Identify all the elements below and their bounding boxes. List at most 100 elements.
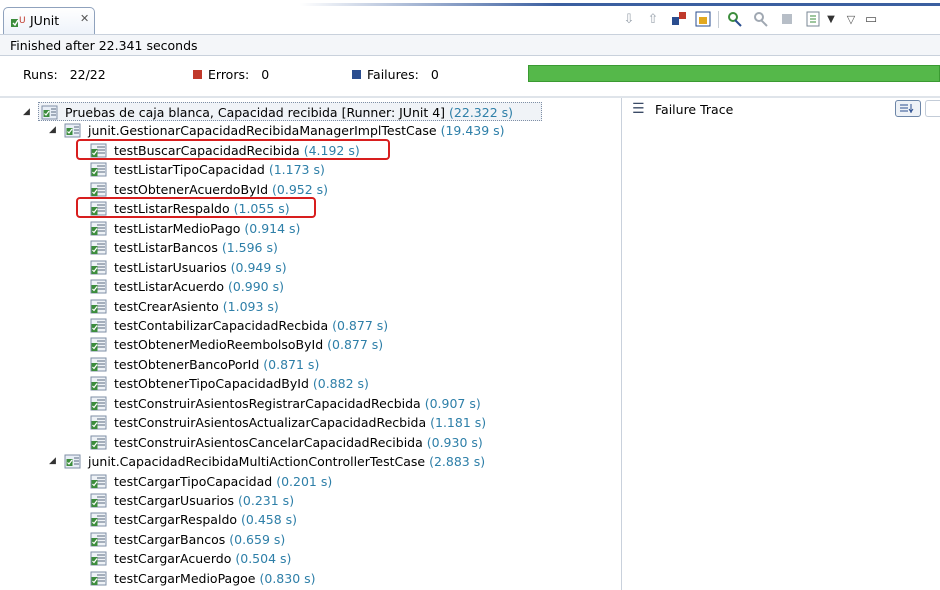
test-name: testCargarAcuerdo [114,551,232,567]
test-duration: (0.877 s) [327,337,384,353]
test-name: testConstruirAsientosRegistrarCapacidadR… [114,395,421,411]
test-label: testCargarBancos (0.659 s) [114,530,285,549]
test-label: testConstruirAsientosCancelarCapacidadRe… [114,433,483,452]
test-label: testCargarUsuarios (0.231 s) [114,491,294,510]
test-passed-icon [90,337,107,352]
test-duration: (0.914 s) [244,220,301,236]
svg-text:U: U [19,16,26,26]
test-duration: (0.504 s) [235,551,292,567]
filter-stack-icon[interactable] [925,100,940,117]
test-passed-icon [90,221,107,236]
next-failure-icon[interactable]: ⇩ [620,10,638,28]
test-passed-icon [90,474,107,489]
toolbar-separator [718,11,719,28]
errors-counter: Errors: 0 [193,67,269,82]
test-duration: (22.322 s) [449,105,514,120]
expand-arrow-icon[interactable]: ◢ [23,103,30,122]
previous-failure-icon[interactable]: ⇧ [644,10,662,28]
test-passed-icon [90,299,107,313]
test-label: testConstruirAsientosActualizarCapacidad… [114,413,486,432]
test-duration: (0.930 s) [426,434,483,450]
expand-arrow-icon[interactable]: ◢ [49,452,56,471]
expand-arrow-icon[interactable]: ◢ [49,121,56,140]
test-name: testCargarRespaldo [114,512,238,528]
test-passed-icon [90,357,107,372]
failure-trace-title: Failure Trace [655,102,734,117]
list-icon: ☰ [632,101,645,117]
test-label: testListarMedioPago (0.914 s) [114,219,300,238]
history-icon[interactable] [804,10,822,28]
runs-label: Runs: [23,67,58,82]
test-duration: (0.907 s) [424,395,481,411]
failure-trace-panel: ☰ Failure Trace [622,98,940,590]
test-name: testCargarMedioPagoe [114,570,256,586]
suite-label: junit.CapacidadRecibidaMultiActionContro… [88,452,485,471]
test-passed-icon [90,415,107,430]
test-tree[interactable]: ◢ Pruebas de caja blanca, Capacidad recib… [0,98,622,590]
test-suite-icon [41,105,58,120]
test-duration: (0.458 s) [241,512,298,528]
tab-title: JUnit [30,13,60,28]
test-name: testCargarBancos [114,531,226,547]
test-passed-icon [90,318,107,333]
test-passed-icon [90,435,107,450]
stop-icon[interactable] [778,10,796,28]
test-label: testObtenerAcuerdoById (0.952 s) [114,180,328,199]
runs-counter: Runs: 22/22 [23,67,106,82]
test-duration: (0.990 s) [227,279,284,295]
view-menu-icon[interactable]: ▽ [842,10,860,28]
test-name: junit.CapacidadRecibidaMultiActionContro… [88,454,426,470]
test-label: testObtenerBancoPorId (0.871 s) [114,355,319,374]
error-icon [193,70,202,79]
test-name: testCargarUsuarios [114,493,235,508]
test-duration: (0.201 s) [276,473,333,489]
test-passed-icon [90,551,107,566]
test-duration: (1.173 s) [268,162,325,178]
suite-label: Pruebas de caja blanca, Capacidad recibi… [65,103,513,122]
test-passed-icon [90,512,107,527]
test-passed-icon [90,396,107,411]
test-name: testListarAcuerdo [114,279,224,295]
compare-result-icon[interactable] [895,100,921,117]
test-label: testListarAcuerdo (0.990 s) [114,277,284,296]
junit-icon: U [11,16,26,27]
title-accent-line [300,3,940,6]
test-duration: (0.882 s) [312,376,369,392]
test-name: testObtenerAcuerdoById [114,181,269,197]
test-run-root[interactable]: ◢ Pruebas de caja blanca, Capacidad recib… [23,102,542,122]
test-passed-icon [90,260,107,275]
test-label: testListarUsuarios (0.949 s) [114,258,287,277]
test-duration: (0.877 s) [332,317,389,333]
view-tab-bar: U JUnit ✕ ⇩ ⇧ ▼ ▽ ▭ [0,0,940,34]
test-label: testCrearAsiento (1.093 s) [114,297,279,316]
test-name: testObtenerTipoCapacidadById [114,376,309,392]
dropdown-icon[interactable]: ▼ [822,10,840,28]
test-passed-icon [90,240,107,255]
test-name: junit.GestionarCapacidadRecibidaManagerI… [88,123,437,139]
scroll-lock-icon[interactable] [694,10,712,28]
test-name: testConstruirAsientosActualizarCapacidad… [114,415,427,431]
test-label: testCargarRespaldo (0.458 s) [114,510,297,529]
close-icon[interactable]: ✕ [80,12,89,25]
test-name: testConstruirAsientosCancelarCapacidadRe… [114,434,423,450]
test-duration: (0.952 s) [272,181,329,197]
rerun-icon[interactable] [726,10,744,28]
test-name: testContabilizarCapacidadRecbida [114,317,329,333]
test-passed-icon [90,162,107,177]
test-passed-icon [90,532,107,547]
junit-view-tab[interactable]: U JUnit ✕ [3,7,95,34]
status-text: Finished after 22.341 seconds [10,38,198,53]
test-name: testListarUsuarios [114,259,227,275]
failure-icon [352,70,361,79]
errors-value: 0 [261,67,270,82]
show-failures-only-icon[interactable] [670,10,688,28]
test-duration: (1.181 s) [430,415,487,431]
test-duration: (0.871 s) [263,356,320,372]
test-duration: (0.231 s) [238,493,295,508]
test-duration: (1.596 s) [221,240,278,256]
test-label: testObtenerMedioReembolsoById (0.877 s) [114,335,383,354]
minimize-icon[interactable]: ▭ [862,10,880,28]
test-passed-icon [90,279,107,294]
failures-label: Failures: [367,67,419,82]
rerun-failed-first-icon[interactable] [752,10,770,28]
